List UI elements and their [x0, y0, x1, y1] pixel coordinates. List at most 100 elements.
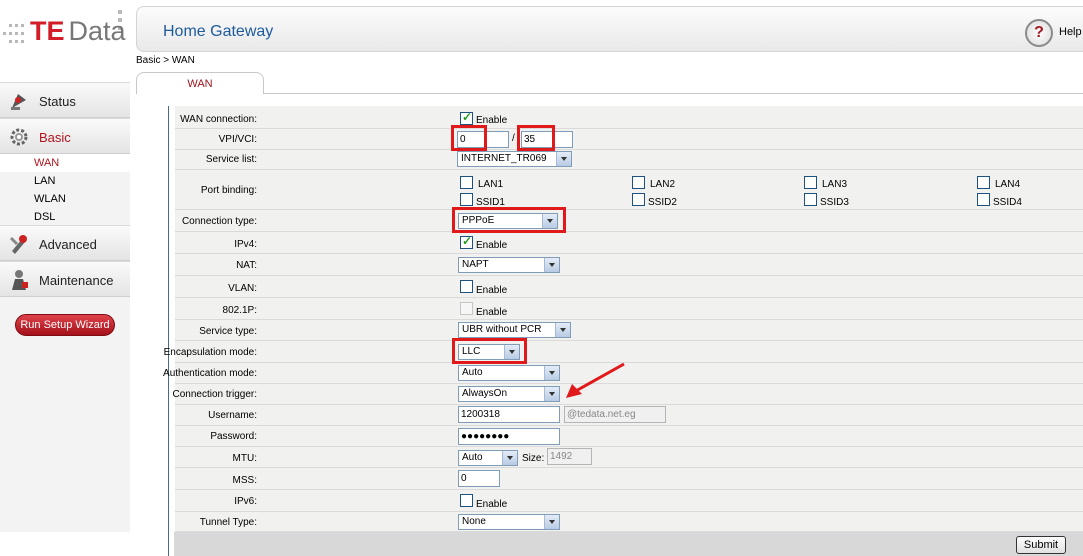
- help-icon[interactable]: ?: [1025, 19, 1053, 47]
- status-icon: [11, 94, 26, 110]
- row-ipv4: IPv4: Enable: [175, 232, 1083, 254]
- help-link[interactable]: Help: [1059, 26, 1082, 38]
- row-mtu: MTU: Auto Size: 1492: [175, 447, 1083, 468]
- auth-mode-label: Authentication mode:: [163, 368, 257, 379]
- logo-te: TE: [30, 16, 65, 46]
- wan-form: WAN connection: Enable VPI/VCI: 0 / 35 S…: [163, 106, 1083, 556]
- tab-wan[interactable]: WAN: [136, 72, 264, 94]
- chevron-down-icon: [544, 258, 559, 272]
- p8021-label: 802.1P:: [222, 305, 257, 316]
- connection-trigger-label: Connection trigger:: [172, 389, 258, 400]
- username-input[interactable]: 1200318: [458, 406, 560, 423]
- row-vlan: VLAN: Enable: [175, 276, 1083, 298]
- lan1-label: LAN1: [478, 179, 504, 190]
- tab-bar: WAN: [136, 72, 1083, 94]
- ipv4-label: IPv4:: [234, 239, 257, 250]
- chevron-down-icon: [502, 451, 517, 465]
- auth-mode-select[interactable]: Auto: [458, 365, 560, 381]
- ssid2-label: SSID2: [648, 197, 677, 208]
- password-label: Password:: [210, 431, 257, 442]
- highlight-connection-type: [452, 207, 566, 233]
- ssid4-checkbox[interactable]: [977, 193, 990, 206]
- logo: TE Data: [0, 0, 130, 56]
- service-type-label: Service type:: [199, 326, 257, 337]
- wan-connection-label: WAN connection:: [180, 114, 257, 125]
- lan4-checkbox[interactable]: [977, 176, 990, 189]
- row-ipv6: IPv6: Enable: [175, 490, 1083, 512]
- header-bar: Home Gateway ? Help: [136, 6, 1083, 52]
- chevron-down-icon: [556, 152, 571, 166]
- highlight-vci: [517, 125, 555, 151]
- username-domain-suffix: @tedata.net.eg: [564, 406, 666, 423]
- tunnel-type-label: Tunnel Type:: [199, 517, 257, 528]
- lan1-checkbox[interactable]: [460, 176, 473, 189]
- vpi-vci-separator: /: [512, 133, 515, 144]
- vlan-enable-label: Enable: [476, 285, 508, 296]
- submit-button[interactable]: Submit: [1016, 536, 1066, 554]
- submit-bar: Submit: [174, 532, 1083, 556]
- row-port-binding: Port binding: LAN1 LAN2 LAN3 LAN4 SSID1 …: [175, 170, 1083, 210]
- mtu-label: MTU:: [232, 453, 257, 464]
- row-8021p: 802.1P: Enable: [175, 298, 1083, 320]
- mtu-value: Auto: [462, 452, 483, 463]
- sidebar-item-status[interactable]: Status: [0, 82, 130, 118]
- annotation-arrow-icon: [566, 362, 625, 398]
- service-type-value: UBR without PCR: [462, 324, 542, 335]
- ipv4-checkbox[interactable]: [460, 234, 473, 249]
- ipv6-checkbox[interactable]: [460, 494, 473, 507]
- auth-mode-value: Auto: [462, 367, 483, 378]
- service-type-select[interactable]: UBR without PCR: [458, 322, 571, 338]
- lan3-label: LAN3: [822, 179, 848, 190]
- ssid2-checkbox[interactable]: [632, 193, 645, 206]
- ssid4-label: SSID4: [993, 197, 1022, 208]
- lan2-checkbox[interactable]: [632, 176, 645, 189]
- chevron-down-icon: [544, 366, 559, 380]
- tunnel-type-select[interactable]: None: [458, 514, 560, 530]
- password-input[interactable]: ●●●●●●●●: [458, 428, 560, 445]
- nat-select[interactable]: NAPT: [458, 257, 560, 273]
- service-list-select[interactable]: INTERNET_TR069: [457, 151, 572, 167]
- row-tunnel-type: Tunnel Type: None: [175, 512, 1083, 532]
- p8021-enable-label: Enable: [476, 307, 508, 318]
- highlight-encapsulation: [452, 338, 527, 364]
- row-vpi-vci: VPI/VCI: 0 / 35: [175, 125, 1083, 151]
- mtu-size-input[interactable]: 1492: [547, 448, 592, 465]
- wan-connection-checkbox[interactable]: [460, 110, 473, 125]
- sidebar-item-label: Status: [39, 94, 76, 109]
- mtu-size-label: Size:: [522, 453, 545, 464]
- chevron-down-icon: [544, 387, 559, 401]
- chevron-down-icon: [555, 323, 570, 337]
- service-list-label: Service list:: [205, 154, 257, 165]
- username-label: Username:: [208, 410, 257, 421]
- ipv4-enable-label: Enable: [476, 240, 508, 251]
- lan4-label: LAN4: [995, 179, 1021, 190]
- mss-input[interactable]: 0: [458, 470, 500, 487]
- mtu-select[interactable]: Auto: [458, 450, 518, 466]
- logo-data: Data: [68, 16, 126, 46]
- tunnel-type-value: None: [462, 516, 486, 527]
- row-nat: NAT: NAPT: [175, 254, 1083, 276]
- vlan-checkbox[interactable]: [460, 280, 473, 293]
- port-binding-label: Port binding:: [200, 185, 257, 196]
- lan3-checkbox[interactable]: [804, 176, 817, 189]
- vpi-vci-label: VPI/VCI:: [218, 134, 257, 145]
- chevron-down-icon: [544, 515, 559, 529]
- ipv6-enable-label: Enable: [476, 499, 508, 510]
- tab-divider: [136, 93, 1083, 94]
- row-service-type: Service type: UBR without PCR: [175, 320, 1083, 341]
- lan2-label: LAN2: [650, 179, 676, 190]
- row-username: Username: 1200318 @tedata.net.eg: [175, 405, 1083, 426]
- breadcrumb: Basic > WAN: [136, 55, 195, 66]
- connection-trigger-value: AlwaysOn: [462, 388, 508, 399]
- row-connection-type: Connection type: PPPoE: [175, 207, 1083, 233]
- service-list-value: INTERNET_TR069: [461, 153, 547, 164]
- row-mss: MSS: 0: [175, 468, 1083, 490]
- nat-label: NAT:: [236, 260, 257, 271]
- mss-label: MSS:: [232, 475, 257, 486]
- ssid3-checkbox[interactable]: [804, 193, 817, 206]
- ssid1-checkbox[interactable]: [460, 193, 473, 206]
- encapsulation-label: Encapsulation mode:: [163, 347, 257, 358]
- row-password: Password: ●●●●●●●●: [175, 426, 1083, 447]
- p8021-checkbox[interactable]: [460, 302, 473, 315]
- connection-trigger-select[interactable]: AlwaysOn: [458, 386, 560, 402]
